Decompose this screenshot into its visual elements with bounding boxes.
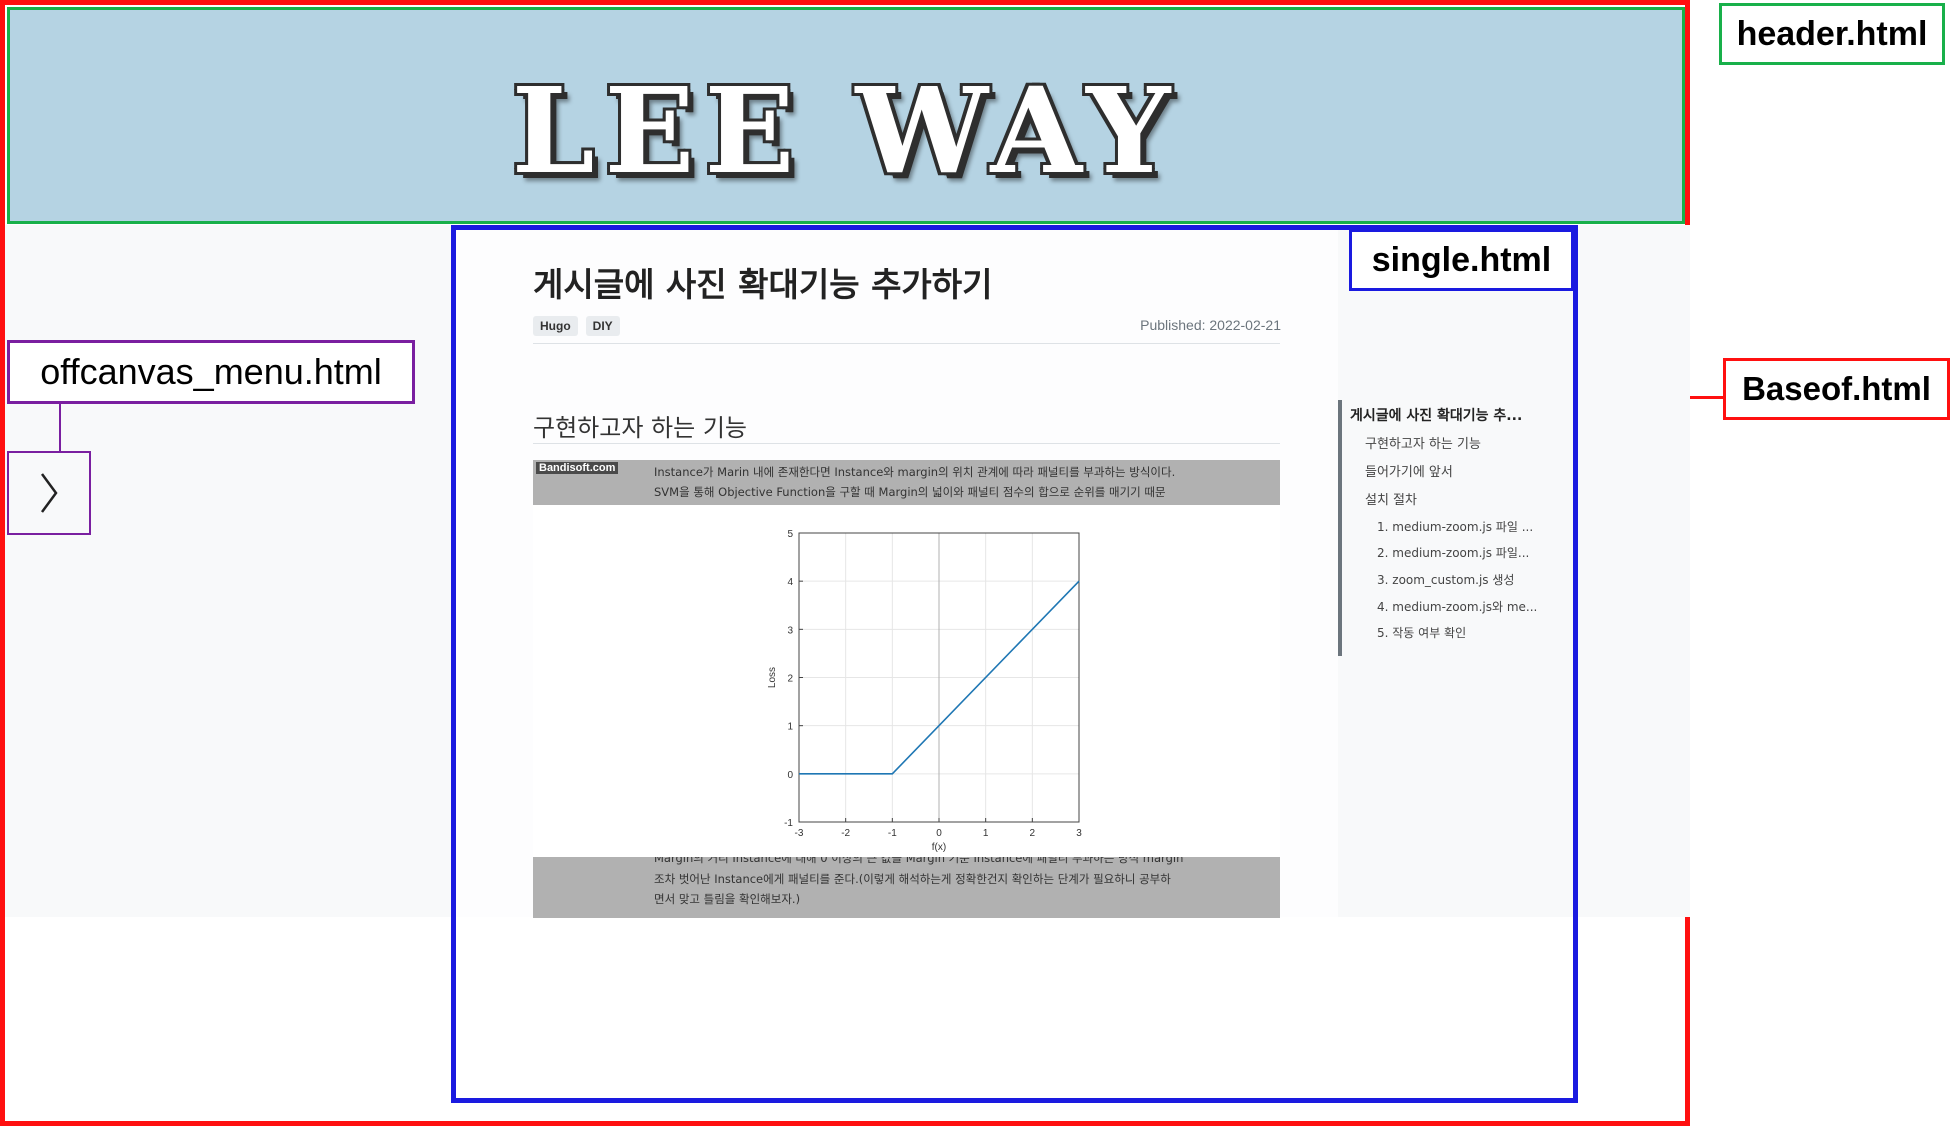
label-header-html: header.html — [1719, 3, 1945, 65]
offcanvas-toggle-button[interactable] — [7, 451, 91, 535]
offcanvas-connector — [59, 404, 61, 451]
site-header: LEE WAY — [7, 7, 1685, 224]
single-frame — [451, 225, 1578, 1103]
label-offcanvas-menu-html: offcanvas_menu.html — [7, 340, 415, 404]
label-single-html: single.html — [1349, 229, 1574, 291]
chevron-right-icon — [40, 473, 58, 513]
label-baseof-html: Baseof.html — [1723, 358, 1950, 420]
baseof-connector — [1690, 396, 1723, 399]
site-logo[interactable]: LEE WAY — [10, 72, 1682, 190]
